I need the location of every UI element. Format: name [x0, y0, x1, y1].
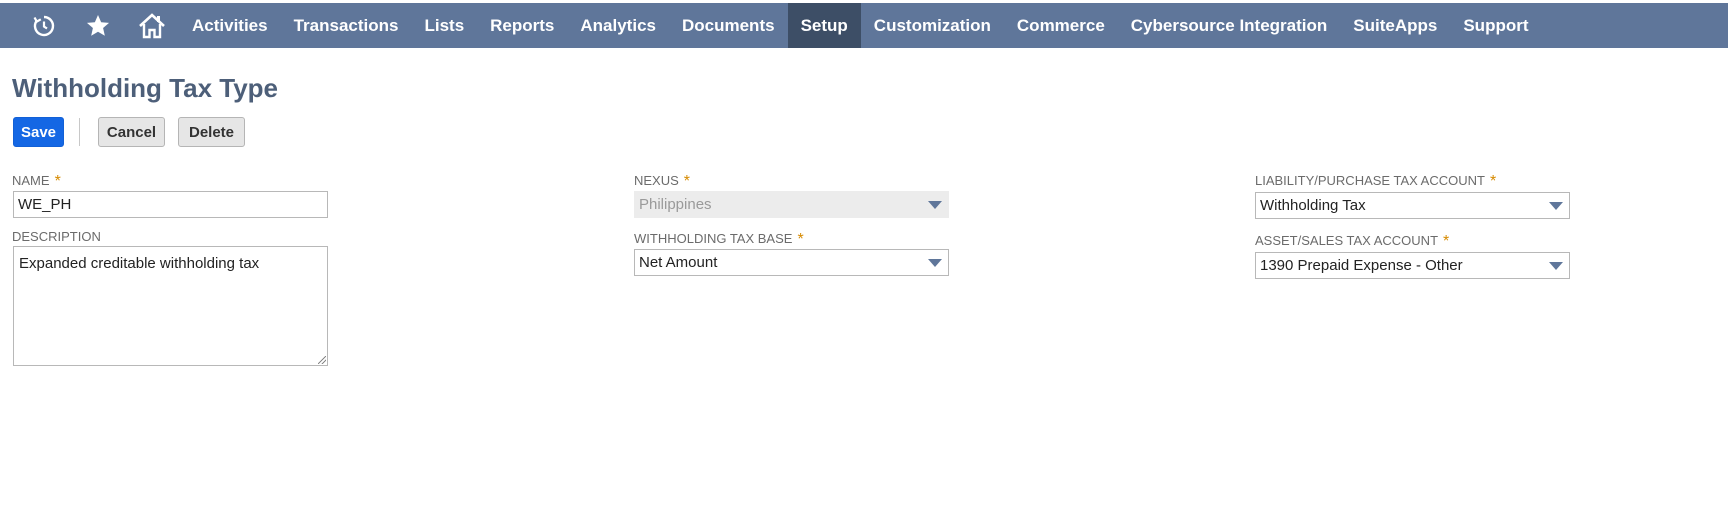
- asset-account-value: 1390 Prepaid Expense - Other: [1260, 257, 1463, 274]
- nav-setup[interactable]: Setup: [787, 3, 861, 48]
- resize-handle[interactable]: [318, 356, 326, 364]
- asset-account-label: Asset/Sales Tax Account *: [1255, 232, 1449, 250]
- delete-button[interactable]: Delete: [178, 117, 245, 147]
- asset-label-text: Asset/Sales Tax Account: [1255, 233, 1439, 248]
- name-input[interactable]: WE_PH: [13, 191, 328, 218]
- nav-customization[interactable]: Customization: [861, 3, 1004, 48]
- nexus-select: Philippines: [634, 191, 949, 218]
- nexus-value: Philippines: [639, 196, 712, 213]
- tax-base-value: Net Amount: [639, 254, 718, 271]
- required-mark: *: [1443, 233, 1450, 250]
- cancel-button[interactable]: Cancel: [98, 117, 165, 147]
- nav-cybersource-integration[interactable]: Cybersource Integration: [1118, 3, 1341, 48]
- liability-account-label: Liability/Purchase Tax Account *: [1255, 172, 1496, 190]
- star-icon: [86, 14, 110, 36]
- liability-account-value: Withholding Tax: [1260, 197, 1366, 214]
- chevron-down-icon: [928, 259, 942, 267]
- liability-label-text: Liability/Purchase Tax Account: [1255, 173, 1485, 188]
- name-label-text: Name: [12, 173, 50, 188]
- required-mark: *: [54, 173, 61, 190]
- nav-support[interactable]: Support: [1450, 3, 1541, 48]
- required-mark: *: [797, 231, 804, 248]
- toolbar-divider: [79, 118, 80, 146]
- nav-commerce[interactable]: Commerce: [1004, 3, 1118, 48]
- nexus-label-text: Nexus: [634, 173, 679, 188]
- chevron-down-icon: [1549, 202, 1563, 210]
- save-button[interactable]: Save: [13, 117, 64, 147]
- tax-base-select[interactable]: Net Amount: [634, 249, 949, 276]
- recent-records-button[interactable]: [17, 3, 71, 48]
- nav-activities[interactable]: Activities: [179, 3, 281, 48]
- asset-account-select[interactable]: 1390 Prepaid Expense - Other: [1255, 252, 1570, 279]
- nav-documents[interactable]: Documents: [669, 3, 788, 48]
- liability-account-select[interactable]: Withholding Tax: [1255, 192, 1570, 219]
- home-icon: [139, 12, 165, 38]
- required-mark: *: [683, 173, 691, 190]
- required-mark: *: [1489, 173, 1497, 190]
- chevron-down-icon: [928, 201, 942, 209]
- favorites-button[interactable]: [71, 3, 125, 48]
- nav-transactions[interactable]: Transactions: [281, 3, 412, 48]
- page-title: Withholding Tax Type: [12, 73, 279, 103]
- description-textarea[interactable]: Expanded creditable withholding tax: [13, 246, 328, 366]
- chevron-down-icon: [1549, 262, 1563, 270]
- tax-base-label-text: Withholding Tax Base: [634, 231, 793, 246]
- home-button[interactable]: [125, 3, 179, 48]
- tax-base-label: Withholding Tax Base *: [634, 230, 804, 248]
- nav-lists[interactable]: Lists: [411, 3, 477, 48]
- nav-reports[interactable]: Reports: [477, 3, 567, 48]
- name-label: Name *: [12, 172, 61, 190]
- description-text: Expanded creditable withholding tax: [19, 255, 260, 272]
- recent-records-icon: [33, 15, 55, 36]
- nexus-label: Nexus *: [634, 172, 690, 190]
- description-label: Description: [12, 229, 101, 244]
- top-navigation-bar: Activities Transactions Lists Reports An…: [0, 3, 1728, 48]
- nav-suiteapps[interactable]: SuiteApps: [1340, 3, 1450, 48]
- nav-analytics[interactable]: Analytics: [567, 3, 669, 48]
